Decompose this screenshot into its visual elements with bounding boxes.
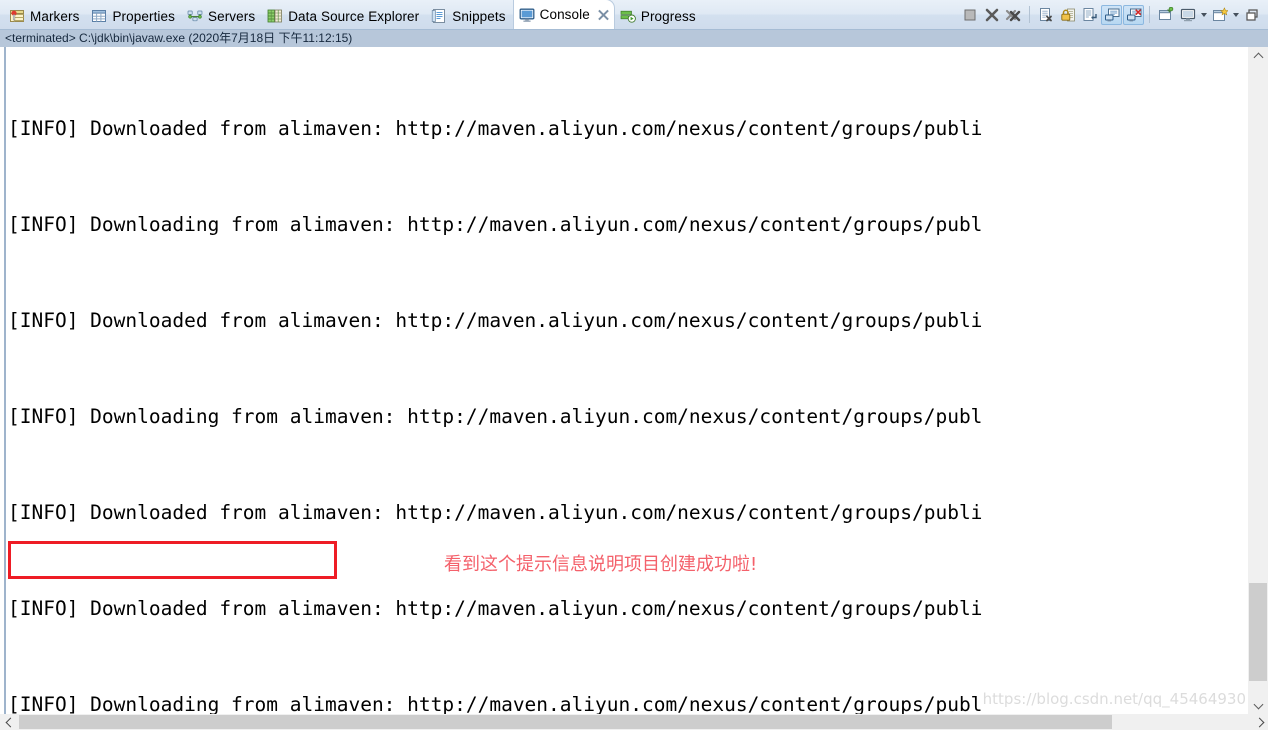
restore-view-button[interactable] — [1241, 5, 1262, 25]
console-error-icon — [1126, 8, 1141, 21]
tab-label: Snippets — [452, 8, 506, 24]
word-wrap-icon — [1083, 7, 1097, 21]
console-icon — [519, 8, 535, 22]
remove-launch-icon — [1039, 7, 1052, 21]
console-line: [INFO] Downloaded from alimaven: http://… — [8, 117, 983, 140]
vertical-scrollbar-thumb[interactable] — [1249, 583, 1267, 681]
tab-properties[interactable]: Properties — [86, 3, 182, 29]
tab-progress[interactable]: Progress — [615, 3, 703, 29]
tab-snippets[interactable]: Snippets — [426, 3, 512, 29]
console-view: [INFO] Downloaded from alimaven: http://… — [0, 47, 1268, 730]
chevron-left-icon — [4, 718, 13, 727]
watermark: https://blog.csdn.net/qq_45464930 — [982, 690, 1246, 708]
console-toolbar — [959, 0, 1268, 29]
tab-servers[interactable]: Servers — [182, 3, 262, 29]
markers-icon — [10, 10, 24, 22]
terminate-all-button[interactable] — [1003, 5, 1024, 25]
console-left-ruler — [0, 47, 6, 730]
horizontal-scrollbar-thumb[interactable] — [19, 715, 1112, 729]
tab-label: Properties — [112, 8, 175, 24]
show-console-on-output-button[interactable] — [1101, 4, 1122, 25]
word-wrap-button[interactable] — [1079, 5, 1100, 25]
show-console-on-error-button[interactable] — [1123, 4, 1144, 25]
annotation-text: 看到这个提示信息说明项目创建成功啦! — [444, 554, 758, 575]
pin-icon — [1158, 6, 1173, 20]
toolbar-separator — [1149, 6, 1150, 23]
view-tab-bar: Markers Properties Servers Data Source E… — [0, 0, 1268, 30]
scroll-left-button[interactable] — [0, 714, 17, 730]
vertical-scrollbar[interactable] — [1248, 47, 1268, 714]
terminate-x-icon — [985, 8, 998, 21]
properties-icon — [92, 10, 107, 22]
pin-console-button[interactable] — [1155, 5, 1176, 25]
console-line: [INFO] Downloaded from alimaven: http://… — [8, 597, 983, 620]
open-console-dropdown[interactable] — [1231, 6, 1240, 24]
open-console-button[interactable] — [1209, 5, 1230, 25]
progress-icon — [620, 10, 636, 23]
toolbar-separator — [1029, 6, 1030, 23]
console-output[interactable]: [INFO] Downloaded from alimaven: http://… — [8, 47, 1248, 714]
stop-icon — [964, 9, 975, 20]
horizontal-scrollbar[interactable] — [0, 714, 1248, 730]
tab-markers[interactable]: Markers — [4, 3, 86, 29]
tab-label: Console — [539, 7, 590, 22]
data-source-explorer-icon — [267, 9, 283, 23]
tab-list: Markers Properties Servers Data Source E… — [0, 0, 703, 29]
terminate-button[interactable] — [981, 5, 1002, 25]
restore-icon — [1245, 8, 1258, 21]
tab-label: Data Source Explorer — [288, 8, 420, 24]
open-console-icon — [1212, 6, 1228, 21]
console-status-line: <terminated> C:\jdk\bin\javaw.exe (2020年… — [0, 30, 1268, 47]
chevron-right-icon[interactable] — [1255, 718, 1264, 727]
servers-icon — [187, 10, 203, 22]
tab-data-source-explorer[interactable]: Data Source Explorer — [262, 3, 426, 29]
scroll-lock-button[interactable] — [1057, 5, 1078, 25]
stop-button[interactable] — [959, 5, 980, 25]
console-line: [INFO] Downloading from alimaven: http:/… — [8, 405, 983, 428]
lock-icon — [1060, 8, 1075, 21]
console-output-icon — [1104, 8, 1119, 21]
chevron-up-icon — [1254, 52, 1263, 61]
terminate-all-icon — [1005, 9, 1020, 21]
tab-console[interactable]: Console — [512, 0, 615, 29]
tab-label: Servers — [207, 8, 256, 24]
scrollbar-corner — [1248, 714, 1268, 730]
display-selected-console-button[interactable] — [1177, 5, 1198, 25]
tab-label: Markers — [30, 8, 80, 24]
console-line: [INFO] Downloaded from alimaven: http://… — [8, 501, 983, 524]
close-icon[interactable] — [597, 8, 610, 21]
display-selected-console-dropdown[interactable] — [1199, 6, 1208, 24]
console-line: [INFO] Downloaded from alimaven: http://… — [8, 309, 983, 332]
chevron-down-icon — [1254, 701, 1263, 710]
scroll-up-button[interactable] — [1248, 47, 1268, 65]
scroll-down-button[interactable] — [1248, 696, 1268, 714]
monitor-icon — [1180, 8, 1195, 21]
remove-console-button[interactable] — [1035, 5, 1056, 25]
tab-label: Progress — [640, 8, 696, 24]
snippets-icon — [432, 9, 446, 23]
console-line: [INFO] Downloading from alimaven: http:/… — [8, 213, 983, 236]
